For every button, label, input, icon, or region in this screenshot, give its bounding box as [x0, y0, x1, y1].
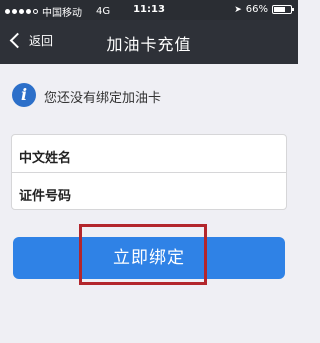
bind-now-button[interactable]: 立即绑定: [13, 237, 285, 279]
notice-text: 您还没有绑定加油卡: [44, 91, 162, 106]
id-input[interactable]: [92, 179, 276, 205]
page-title: 加油卡充值: [106, 35, 192, 54]
status-right: ➤ 66%: [234, 4, 294, 15]
name-field[interactable]: 中文姓名: [12, 135, 286, 172]
battery-icon: [272, 5, 294, 14]
id-label: 证件号码: [19, 189, 72, 204]
name-label: 中文姓名: [19, 151, 72, 166]
name-input[interactable]: [92, 141, 276, 167]
status-bar: 中国移动 4G 11:13 ➤ 66%: [0, 0, 298, 20]
battery-percent: 66%: [245, 4, 268, 15]
info-icon: i: [12, 83, 36, 107]
id-field[interactable]: 证件号码: [12, 173, 286, 210]
nav-bar: 返回 加油卡充值: [0, 20, 298, 64]
unbound-notice: i 您还没有绑定加油卡: [0, 76, 298, 116]
location-icon: ➤: [234, 4, 242, 15]
bind-form: 中文姓名 证件号码: [11, 134, 287, 210]
